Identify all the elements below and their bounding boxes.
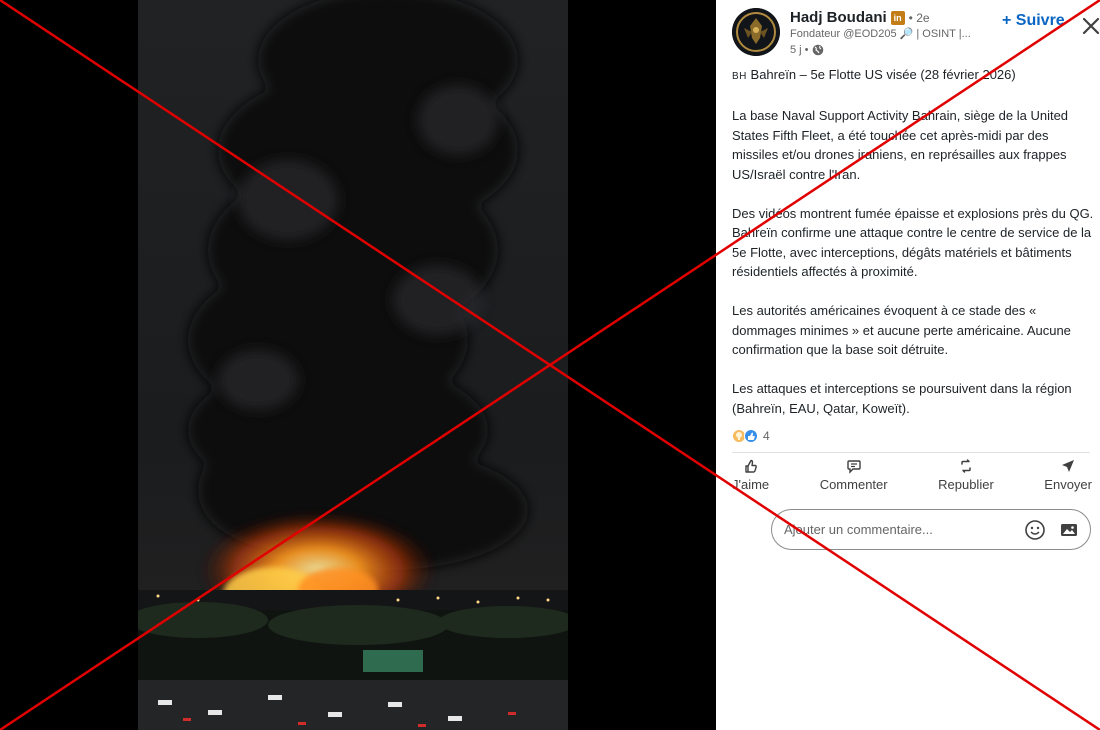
avatar[interactable]	[732, 8, 780, 56]
author-info: Hadj Boudani in • 2e Fondateur @EOD205 🔎…	[790, 8, 990, 57]
post-text: BH Bahreïn – 5e Flotte US visée (28 févr…	[732, 65, 1094, 438]
explosion-video-frame	[138, 0, 568, 730]
reactions-summary[interactable]: 4	[732, 428, 770, 444]
emoji-icon[interactable]	[1022, 517, 1048, 543]
avatar-emblem-icon	[732, 8, 780, 56]
post-time: 5 j •	[790, 43, 809, 56]
reactions-count: 4	[763, 429, 770, 443]
comment-input[interactable]	[784, 522, 1014, 537]
post-paragraph-3: Les autorités américaines évoquent à ce …	[732, 303, 1071, 357]
divider	[732, 452, 1090, 453]
repost-button[interactable]: Republier	[938, 458, 994, 498]
send-icon	[1062, 460, 1075, 472]
send-button[interactable]: Envoyer	[1044, 458, 1092, 498]
post-side-panel: Hadj Boudani in • 2e Fondateur @EOD205 🔎…	[716, 0, 1100, 730]
media-viewer	[0, 0, 716, 730]
post-actions: J'aime Commenter Republier Envoyer	[732, 458, 1092, 498]
flag-bahrain: BH	[732, 71, 747, 82]
like-button[interactable]: J'aime	[732, 458, 769, 498]
image-icon[interactable]	[1056, 517, 1082, 543]
repost-label: Republier	[938, 477, 994, 492]
like-label: J'aime	[732, 477, 770, 492]
close-icon[interactable]	[1080, 15, 1100, 37]
follow-button[interactable]: + Suivre	[1002, 12, 1065, 30]
send-label: Envoyer	[1044, 477, 1092, 492]
post-paragraph-1: La base Naval Support Activity Bahrain, …	[732, 108, 1069, 182]
repost-icon	[961, 459, 971, 473]
author-headline: Fondateur @EOD205 🔎 | OSINT |...	[790, 28, 971, 40]
comment-icon	[846, 460, 861, 474]
comment-button[interactable]: Commenter	[820, 458, 888, 498]
post-header: Hadj Boudani in • 2e Fondateur @EOD205 🔎…	[732, 8, 1100, 60]
post-title: BH Bahreïn – 5e Flotte US visée (28 févr…	[732, 65, 1094, 87]
comment-label: Commenter	[819, 477, 888, 492]
post-meta: 5 j •	[790, 42, 990, 57]
post-title-text: Bahreïn – 5e Flotte US visée (28 février…	[746, 67, 1016, 82]
video-player[interactable]	[138, 0, 568, 730]
author-name[interactable]: Hadj Boudani	[790, 9, 887, 26]
like-icon	[744, 459, 757, 473]
post-paragraph-2: Des vidéos montrent fumée épaisse et exp…	[732, 205, 1094, 280]
globe-icon	[812, 44, 824, 56]
author-line: Hadj Boudani in • 2e	[790, 8, 990, 27]
linkedin-badge-icon: in	[890, 10, 905, 25]
connection-degree: • 2e	[908, 10, 930, 25]
like-reaction-icon	[744, 429, 758, 443]
comment-box	[771, 509, 1091, 550]
post-paragraph-4: Les attaques et interceptions se poursui…	[732, 381, 1072, 416]
